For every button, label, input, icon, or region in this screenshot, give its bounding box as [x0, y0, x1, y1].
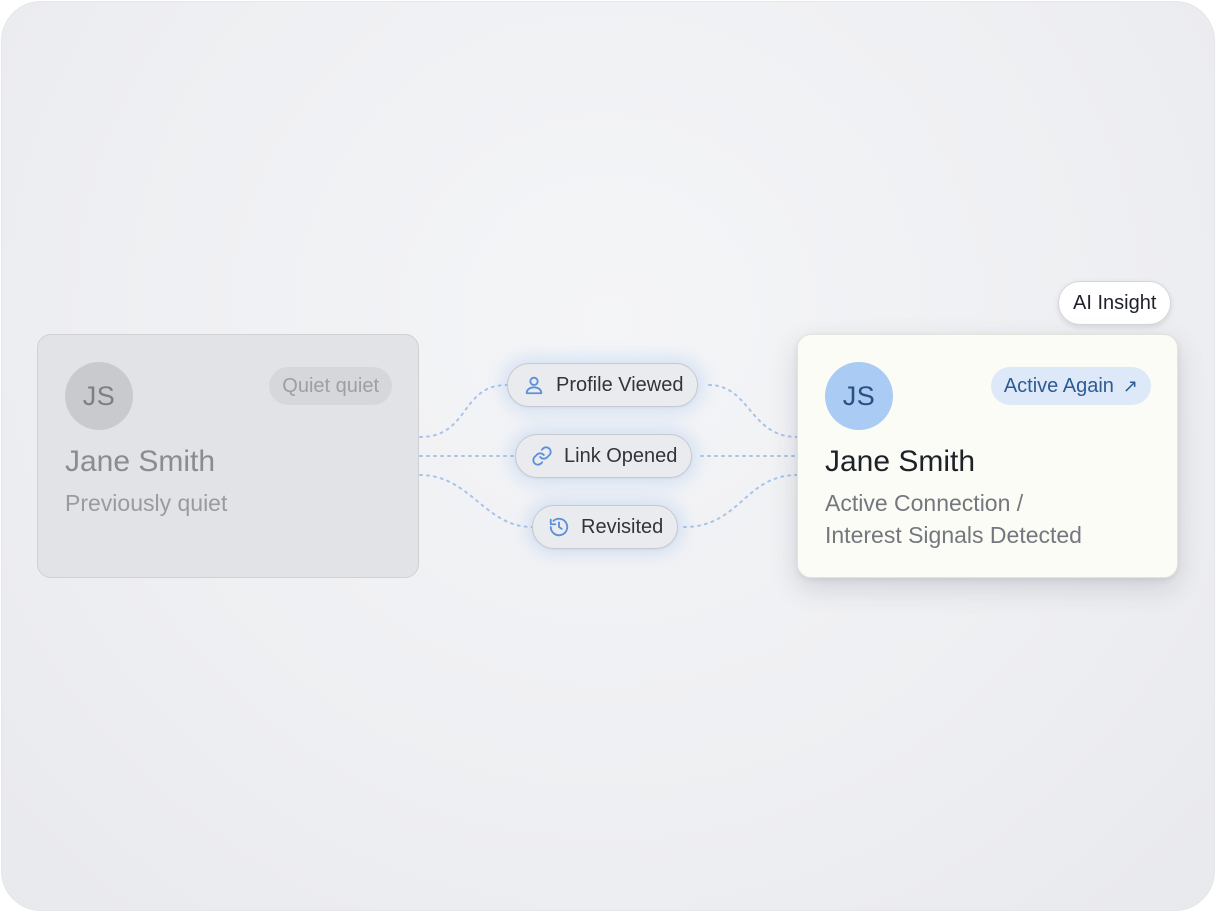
history-icon	[547, 515, 571, 539]
signal-revisited[interactable]: Revisited	[532, 505, 679, 549]
ai-insight-label: AI Insight	[1073, 291, 1157, 314]
arrow-up-right-icon: ↗	[1122, 375, 1138, 396]
signal-label: Revisited	[581, 515, 664, 538]
active-badge-label: Active Again	[1003, 374, 1114, 397]
status-badge: Quiet quiet	[269, 367, 392, 405]
avatar-initials: JS	[842, 380, 876, 411]
signal-profile-viewed[interactable]: Profile Viewed	[507, 363, 699, 407]
status-line-2: Interest Signals Detected	[825, 522, 1082, 548]
active-state-card[interactable]: JS Active Again ↗ Jane Smith Active Conn…	[797, 334, 1178, 578]
contact-name: Jane Smith	[825, 445, 976, 478]
contact-status: Active Connection / Interest Signals Det…	[825, 487, 1082, 551]
signal-label: Profile Viewed	[556, 373, 684, 396]
contact-name: Jane Smith	[65, 445, 216, 478]
user-icon	[522, 373, 546, 397]
signal-link-opened[interactable]: Link Opened	[515, 434, 693, 478]
connector-left-bottom	[419, 474, 533, 528]
connector-right-top	[708, 384, 798, 438]
connector-right-bottom	[683, 474, 798, 528]
signal-label: Link Opened	[564, 444, 678, 467]
ai-insight-tag[interactable]: AI Insight	[1058, 281, 1172, 325]
contact-status: Previously quiet	[65, 490, 228, 516]
link-icon	[530, 444, 554, 468]
status-badge-label: Quiet quiet	[282, 374, 379, 397]
previous-state-card: JS Quiet quiet Jane Smith Previously qui…	[37, 334, 419, 578]
status-line-1: Active Connection /	[825, 490, 1024, 516]
avatar: JS	[825, 362, 893, 430]
connector-left-top	[419, 384, 508, 438]
avatar: JS	[65, 362, 133, 430]
active-badge[interactable]: Active Again ↗	[990, 367, 1151, 405]
avatar-initials: JS	[82, 380, 116, 411]
